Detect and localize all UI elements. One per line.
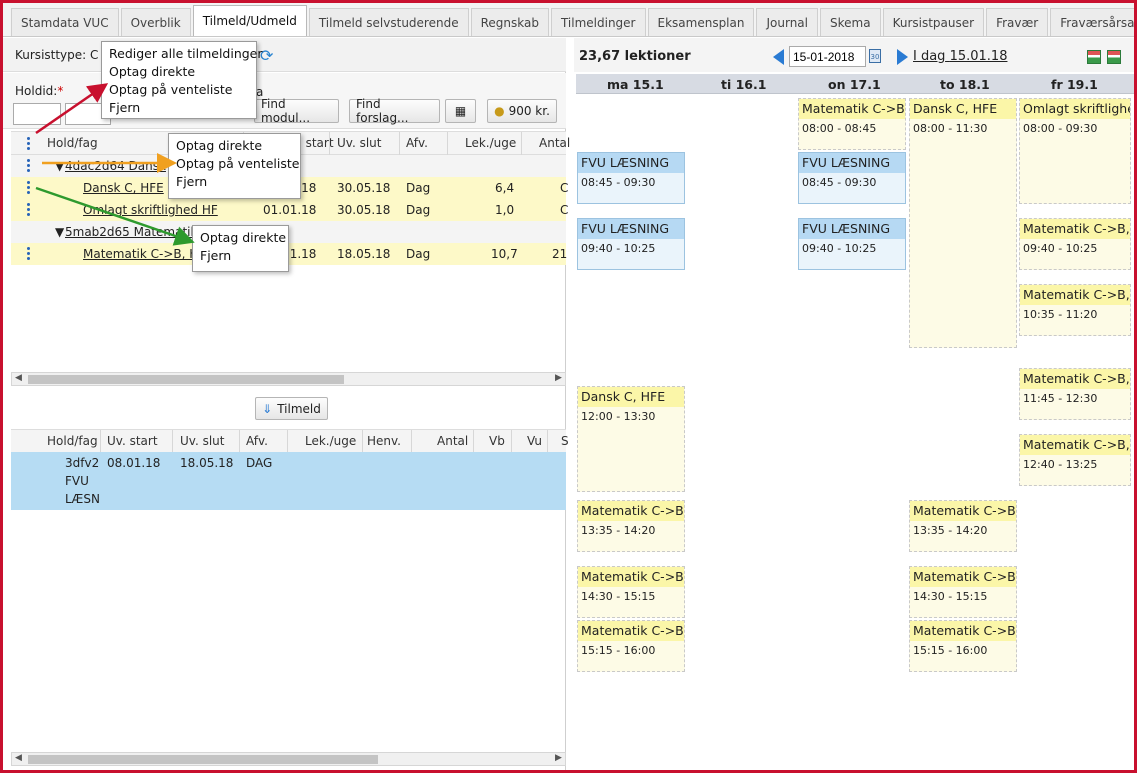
calendar-event[interactable]: Matematik C->B, H11:45 - 12:30	[1019, 368, 1131, 420]
calendar-toolbar: 23,67 lektioner 30 I dag 15.01.18	[574, 38, 1134, 72]
calendar-event[interactable]: FVU LÆSNING 08:45 - 09:30	[577, 152, 685, 204]
next-week-icon[interactable]	[897, 49, 908, 65]
day-tue: ti 16.1	[721, 77, 767, 92]
day-thu: to 18.1	[940, 77, 990, 92]
calendar-event[interactable]: Matematik C->B, H08:00 - 08:45	[798, 98, 906, 150]
calendar-event[interactable]: FVU LÆSNING 09:40 - 10:25	[798, 218, 906, 270]
calendar-event[interactable]: Omlagt skriftlighed08:00 - 09:30	[1019, 98, 1131, 204]
day-header: ma 15.1 ti 16.1 on 17.1 to 18.1 fr 19.1	[576, 74, 1134, 94]
green-arrow	[35, 186, 195, 246]
calendar-event[interactable]: Matematik C->B, H15:15 - 16:00	[909, 620, 1017, 672]
red-arrow	[35, 83, 109, 135]
calendar-event[interactable]: Matematik C->B, H13:35 - 14:20	[909, 500, 1017, 552]
export-icon-2[interactable]	[1107, 50, 1121, 64]
schedule-panel: 23,67 lektioner 30 I dag 15.01.18 ma 15.…	[574, 38, 1134, 770]
day-wed: on 17.1	[828, 77, 881, 92]
calendar-event[interactable]: Matematik C->B, H13:35 - 14:20	[577, 500, 685, 552]
calendar-event[interactable]: Dansk C, HFE 12:00 - 13:30	[577, 386, 685, 492]
export-icon[interactable]	[1087, 50, 1101, 64]
calendar-event[interactable]: Matematik C->B, H10:35 - 11:20	[1019, 284, 1131, 336]
calendar-event[interactable]: FVU LÆSNING 09:40 - 10:25	[577, 218, 685, 270]
day-fri: fr 19.1	[1051, 77, 1098, 92]
calendar-event[interactable]: Matematik C->B, H14:30 - 15:15	[577, 566, 685, 618]
today-link[interactable]: I dag 15.01.18	[913, 49, 1007, 64]
calendar-event[interactable]: Matematik C->B, H14:30 - 15:15	[909, 566, 1017, 618]
prev-week-icon[interactable]	[773, 49, 784, 65]
date-input[interactable]	[789, 46, 866, 67]
day-mon: ma 15.1	[607, 77, 664, 92]
calendar-event[interactable]: Matematik C->B, H15:15 - 16:00	[577, 620, 685, 672]
calendar-event[interactable]: Matematik C->B, H09:40 - 10:25	[1019, 218, 1131, 270]
calendar-icon[interactable]: 30	[869, 49, 881, 63]
calendar-event[interactable]: FVU LÆSNING 08:45 - 09:30	[798, 152, 906, 204]
lektioner-count: 23,67 lektioner	[579, 49, 691, 64]
calendar-event[interactable]: Matematik C->B, H12:40 - 13:25	[1019, 434, 1131, 486]
calendar-event[interactable]: Dansk C, HFE 08:00 - 11:30	[909, 98, 1017, 348]
